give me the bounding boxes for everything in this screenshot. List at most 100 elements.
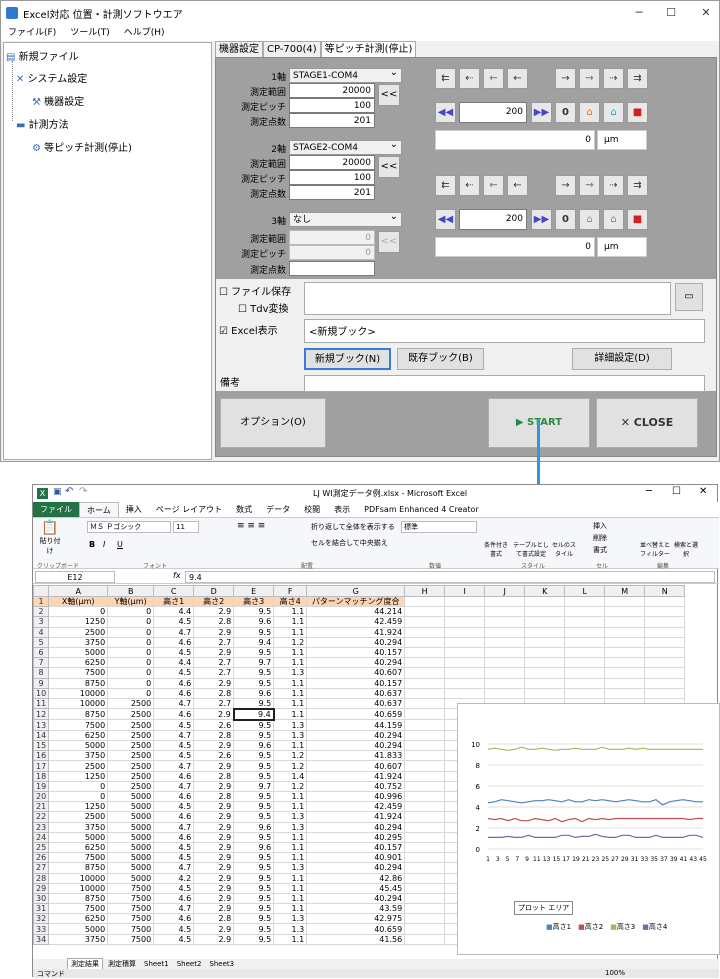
- data-cell[interactable]: 9.5: [233, 729, 275, 742]
- axis2-collapse-button[interactable]: <<: [378, 156, 400, 178]
- data-cell[interactable]: 1.1: [273, 657, 308, 669]
- data-cell[interactable]: 40.295: [306, 831, 406, 843]
- data-cell[interactable]: 4.2: [153, 872, 195, 884]
- data-cell[interactable]: 7500: [107, 923, 155, 935]
- row-header[interactable]: 4: [33, 626, 50, 638]
- jog-left-fast-icon[interactable]: ⇇: [435, 175, 456, 196]
- tree-root[interactable]: ▤ 新規ファイル: [6, 48, 79, 63]
- data-cell[interactable]: 2.9: [193, 646, 235, 659]
- data-cell[interactable]: 4.5: [153, 882, 195, 894]
- data-cell[interactable]: 9.5: [233, 811, 275, 823]
- data-cell[interactable]: 1250: [48, 801, 109, 813]
- ribbon-tab-formula[interactable]: 数式: [229, 502, 259, 517]
- data-cell[interactable]: 4.7: [153, 729, 195, 742]
- row-header[interactable]: 21: [33, 801, 50, 813]
- column-header[interactable]: L: [564, 585, 606, 597]
- data-cell[interactable]: 40.752: [306, 780, 406, 793]
- jog-left-step-icon[interactable]: ⇽: [483, 68, 504, 89]
- name-box[interactable]: E12: [35, 571, 115, 583]
- empty-cell[interactable]: [404, 801, 446, 813]
- zero-button[interactable]: 0: [555, 209, 576, 230]
- empty-cell[interactable]: [404, 882, 446, 894]
- data-cell[interactable]: 44.159: [306, 719, 406, 731]
- data-cell[interactable]: 4.5: [153, 852, 195, 864]
- axis1-pitch-input[interactable]: 100: [289, 98, 375, 113]
- excel-show-checkbox[interactable]: ☑ Excel表示: [219, 322, 278, 337]
- jog-right-fast-icon[interactable]: ⇉: [627, 175, 648, 196]
- tree-item-system[interactable]: ✕ システム設定: [16, 70, 87, 85]
- close-icon[interactable]: ✕: [699, 486, 707, 497]
- data-cell[interactable]: 8750: [48, 708, 109, 721]
- data-cell[interactable]: 3750: [48, 636, 109, 648]
- save-icon[interactable]: ▣: [53, 487, 62, 497]
- data-cell[interactable]: 1.1: [273, 933, 308, 945]
- origin-icon[interactable]: ⌂: [603, 209, 624, 230]
- data-cell[interactable]: 2.7: [193, 667, 235, 679]
- data-cell[interactable]: 9.6: [233, 687, 275, 699]
- data-cell[interactable]: 5000: [107, 821, 155, 833]
- data-cell[interactable]: 2500: [107, 708, 155, 721]
- empty-cell[interactable]: [404, 821, 446, 833]
- data-cell[interactable]: 42.459: [306, 801, 406, 813]
- column-header[interactable]: H: [404, 585, 446, 597]
- ribbon-tab-layout[interactable]: ページ レイアウト: [149, 502, 229, 517]
- data-cell[interactable]: 2.8: [193, 687, 235, 699]
- data-cell[interactable]: 40.157: [306, 677, 406, 689]
- data-cell[interactable]: 40.996: [306, 790, 406, 803]
- data-cell[interactable]: 2500: [107, 719, 155, 731]
- jog-right-mid-icon[interactable]: ⇢: [603, 68, 624, 89]
- header-cell[interactable]: X軸(μm): [48, 595, 109, 608]
- data-cell[interactable]: 1.1: [273, 892, 308, 905]
- data-cell[interactable]: 5000: [107, 811, 155, 823]
- ribbon-tab-insert[interactable]: 挿入: [119, 502, 149, 517]
- data-cell[interactable]: 2500: [107, 729, 155, 742]
- empty-cell[interactable]: [604, 667, 646, 679]
- empty-cell[interactable]: [404, 636, 446, 648]
- data-cell[interactable]: 4.5: [153, 616, 195, 628]
- data-cell[interactable]: 1.1: [273, 801, 308, 813]
- empty-cell[interactable]: [644, 677, 686, 689]
- data-cell[interactable]: 1.2: [273, 636, 308, 648]
- data-cell[interactable]: 40.294: [306, 636, 406, 648]
- empty-cell[interactable]: [404, 719, 446, 731]
- data-cell[interactable]: 6250: [48, 729, 109, 742]
- row-header[interactable]: 27: [33, 862, 50, 874]
- empty-cell[interactable]: [404, 606, 446, 618]
- data-cell[interactable]: 40.294: [306, 657, 406, 669]
- row-header[interactable]: 6: [33, 646, 50, 659]
- data-cell[interactable]: 4.6: [153, 831, 195, 843]
- data-cell[interactable]: 0: [48, 790, 109, 803]
- empty-cell[interactable]: [404, 626, 446, 638]
- move-back-icon[interactable]: ◀◀: [435, 102, 456, 123]
- data-cell[interactable]: 2.9: [193, 811, 235, 823]
- data-cell[interactable]: 2.7: [193, 657, 235, 669]
- empty-cell[interactable]: [564, 606, 606, 618]
- data-cell[interactable]: 1.1: [273, 606, 308, 618]
- data-cell[interactable]: 0: [107, 626, 155, 638]
- data-cell[interactable]: 41.924: [306, 626, 406, 638]
- empty-cell[interactable]: [644, 595, 686, 608]
- column-header[interactable]: E: [233, 585, 275, 597]
- data-cell[interactable]: 4.5: [153, 841, 195, 854]
- data-cell[interactable]: 9.5: [233, 760, 275, 772]
- delete-cells-button[interactable]: 削除: [593, 533, 607, 543]
- row-header[interactable]: 13: [33, 719, 50, 731]
- empty-cell[interactable]: [404, 740, 446, 752]
- column-header[interactable]: A: [48, 585, 109, 597]
- jog-left-mid-icon[interactable]: ⇠: [459, 68, 480, 89]
- data-cell[interactable]: 40.157: [306, 841, 406, 854]
- data-cell[interactable]: 6250: [48, 657, 109, 669]
- ribbon-tab-view[interactable]: 表示: [327, 502, 357, 517]
- sheet-tab-1[interactable]: Sheet1: [141, 960, 172, 968]
- data-cell[interactable]: 1.3: [273, 821, 308, 833]
- data-cell[interactable]: 0: [107, 677, 155, 689]
- header-cell[interactable]: 高さ1: [153, 595, 195, 608]
- data-cell[interactable]: 9.5: [233, 933, 275, 945]
- data-cell[interactable]: 2.9: [193, 708, 235, 721]
- tab-pitch[interactable]: 等ピッチ計測(停止): [320, 41, 417, 58]
- row-header[interactable]: 17: [33, 760, 50, 772]
- data-cell[interactable]: 2.9: [193, 677, 235, 689]
- empty-cell[interactable]: [484, 667, 526, 679]
- data-cell[interactable]: 9.4: [233, 636, 275, 648]
- row-header[interactable]: 14: [33, 729, 50, 742]
